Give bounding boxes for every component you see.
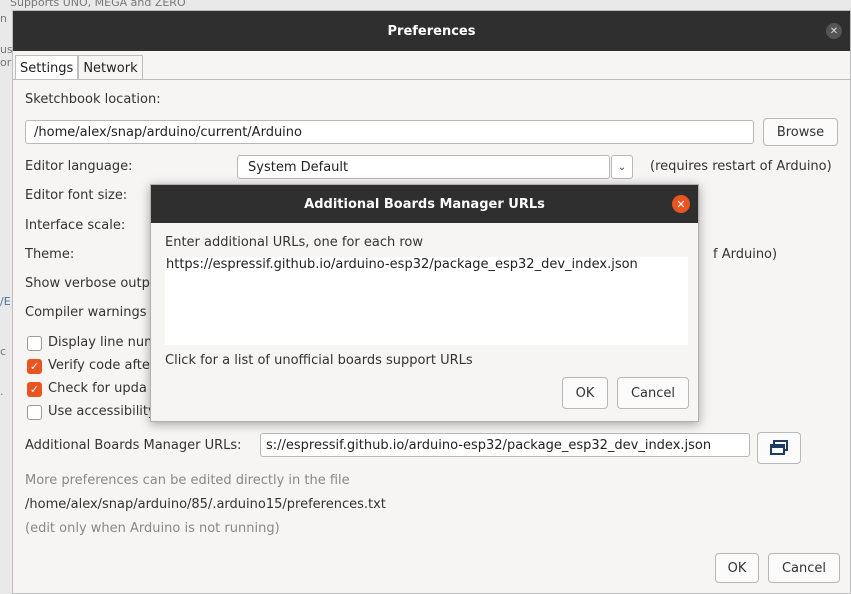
dialog-ok-button[interactable]: OK	[562, 377, 608, 409]
verify-code-checkbox[interactable]: ✓	[27, 359, 42, 374]
boards-urls-label: Additional Boards Manager URLs:	[25, 438, 242, 453]
background-fragment: .	[0, 385, 4, 398]
boards-urls-input[interactable]: s://espressif.github.io/arduino-esp32/pa…	[260, 433, 750, 457]
unofficial-boards-link[interactable]: Click for a list of unofficial boards su…	[165, 353, 473, 368]
accessibility-checkbox[interactable]	[27, 405, 42, 420]
compiler-warnings-label: Compiler warnings	[25, 305, 147, 320]
theme-note: f Arduino)	[713, 247, 778, 262]
url-row: https://espressif.github.io/arduino-esp3…	[166, 257, 638, 272]
sketchbook-input[interactable]: /home/alex/snap/arduino/current/Arduino	[25, 120, 754, 144]
close-icon[interactable]: ✕	[672, 195, 690, 213]
theme-label: Theme:	[25, 247, 75, 262]
check-icon: ✓	[29, 383, 40, 396]
close-icon[interactable]: ✕	[826, 23, 842, 39]
verbose-output-label: Show verbose outp	[25, 276, 150, 291]
display-line-numbers-checkbox[interactable]	[27, 336, 42, 351]
display-line-numbers-label: Display line num	[48, 335, 157, 350]
dialog-titlebar: Additional Boards Manager URLs ✕	[151, 185, 698, 223]
check-updates-label: Check for upda	[48, 381, 147, 396]
background-fragment: n	[0, 12, 7, 25]
background-fragment: /E	[0, 295, 11, 308]
editor-font-size-label: Editor font size:	[25, 188, 128, 203]
window-stack-icon	[770, 440, 788, 455]
boards-urls-dialog: Additional Boards Manager URLs ✕ Enter a…	[150, 184, 699, 422]
sketchbook-label: Sketchbook location:	[25, 92, 161, 107]
cancel-button[interactable]: Cancel	[768, 553, 840, 583]
urls-textarea[interactable]: https://espressif.github.io/arduino-esp3…	[165, 257, 688, 345]
editor-language-select[interactable]: System Default	[237, 155, 610, 179]
restart-note: (requires restart of Arduino)	[650, 159, 832, 174]
check-updates-checkbox[interactable]: ✓	[27, 382, 42, 397]
dialog-title: Additional Boards Manager URLs	[304, 196, 545, 212]
background-fragment: c	[0, 345, 7, 358]
more-preferences-note: More preferences can be edited directly …	[25, 473, 350, 488]
tab-network[interactable]: Network	[78, 55, 143, 80]
tab-bar: Settings Network	[15, 55, 143, 80]
browse-button[interactable]: Browse	[763, 118, 838, 146]
preferences-file-path: /home/alex/snap/arduino/85/.arduino15/pr…	[25, 497, 386, 512]
verify-code-label: Verify code afte	[48, 358, 150, 373]
edit-note: (edit only when Arduino is not running)	[25, 521, 280, 536]
dialog-instruction: Enter additional URLs, one for each row	[165, 235, 424, 250]
chevron-down-icon[interactable]: ⌄	[611, 155, 633, 179]
accessibility-label: Use accessibility	[48, 404, 156, 419]
check-icon: ✓	[29, 360, 40, 373]
ok-button[interactable]: OK	[715, 553, 759, 583]
preferences-titlebar: Preferences ✕	[13, 11, 850, 51]
interface-scale-label: Interface scale:	[25, 218, 126, 233]
tab-settings[interactable]: Settings	[15, 55, 79, 80]
urls-editor-button[interactable]	[757, 432, 801, 464]
window-title: Preferences	[387, 23, 476, 39]
background-fragment: us	[0, 43, 13, 56]
editor-language-label: Editor language:	[25, 159, 133, 174]
background-fragment: or	[0, 56, 12, 69]
dialog-cancel-button[interactable]: Cancel	[617, 377, 689, 409]
background-app-text: Supports UNO, MEGA and ZERO	[10, 0, 186, 9]
